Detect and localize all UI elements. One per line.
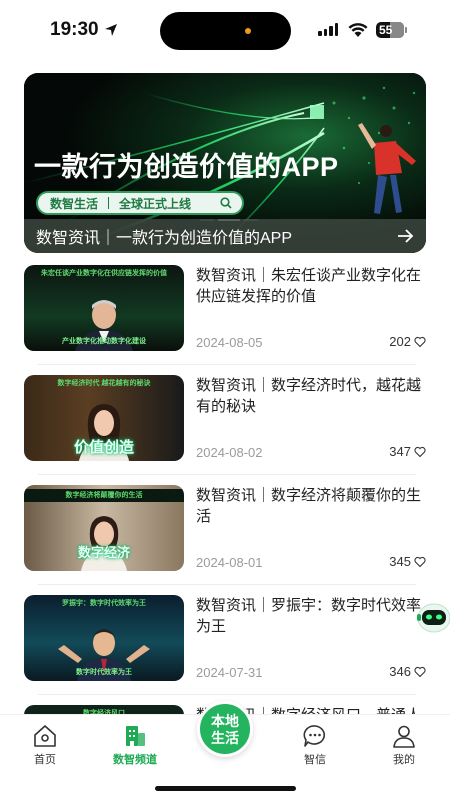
thumbnail-overlay-text: 数字经济	[77, 545, 130, 560]
status-time: 19:30	[50, 19, 99, 40]
arrow-right-icon[interactable]	[396, 227, 414, 245]
tab-message-label: 智信	[304, 754, 326, 766]
news-date: 2024-08-01	[196, 555, 263, 570]
thumbnail-overlay-text: 价值创造	[73, 439, 134, 456]
list-item[interactable]: 朱宏任谈产业数字化在供应链发挥的价值 产业数字化推动数字化建设 数智资讯｜朱宏任…	[24, 265, 426, 361]
news-date: 2024-08-02	[196, 445, 263, 460]
thumbnail-caption: 数字时代效率为王	[76, 669, 132, 676]
heart-icon	[414, 556, 426, 567]
news-title: 数智资讯｜朱宏任谈产业数字化在供应链发挥的价值	[196, 267, 422, 305]
news-thumbnail: 数字经济将颠覆你的生活 数字经济	[24, 485, 184, 571]
like-count: 202	[389, 334, 411, 349]
search-icon	[220, 197, 232, 209]
home-indicator	[155, 786, 296, 791]
dynamic-island	[160, 12, 291, 50]
privacy-indicator-dot	[245, 28, 251, 34]
location-arrow-icon	[105, 24, 117, 36]
wifi-icon	[348, 23, 368, 37]
list-divider	[38, 584, 416, 585]
status-bar: 19:30 55	[0, 0, 450, 62]
heart-icon	[414, 336, 426, 347]
battery-level: 55	[379, 23, 393, 37]
hero-banner[interactable]: 一款行为创造价值的APP 数智生活 全球正式上线 数智资讯｜一款行为创造价值的A…	[24, 73, 426, 253]
banner-caption-text: 数智资讯｜一款行为创造价值的APP	[36, 230, 293, 247]
heart-icon	[414, 666, 426, 677]
like-counter[interactable]: 202	[389, 334, 426, 349]
news-title: 数智资讯｜数字经济将颠覆你的生活	[196, 487, 422, 525]
user-icon	[393, 725, 415, 748]
news-thumbnail: 罗振宇：数字时代效率为王 数字时代效率为王	[24, 595, 184, 681]
thumbnail-title: 朱宏任谈产业数字化在供应链发挥的价值	[41, 270, 167, 277]
thumbnail-title: 数字经济将颠覆你的生活	[24, 489, 184, 502]
banner-headline: 一款行为创造价值的APP	[34, 152, 339, 182]
news-thumbnail: 朱宏任谈产业数字化在供应链发挥的价值 产业数字化推动数字化建设	[24, 265, 184, 351]
battery-icon: 55	[376, 22, 404, 38]
news-title: 数智资讯｜罗振宇：数字时代效率为王	[196, 597, 422, 635]
news-date: 2024-08-05	[196, 335, 263, 350]
like-count: 345	[389, 554, 411, 569]
list-item[interactable]: 罗振宇：数字时代效率为王 数字时代效率为王 数智资讯｜罗振宇：数字时代效率为王 …	[24, 595, 426, 691]
local-life-label: 本地生活	[211, 713, 239, 746]
banner-pill-separator	[108, 197, 110, 209]
thumbnail-title: 罗振宇：数字时代效率为王	[62, 600, 146, 607]
like-counter[interactable]: 345	[389, 554, 426, 569]
banner-search-pill[interactable]: 数智生活 全球正式上线	[36, 191, 244, 215]
list-divider	[38, 364, 416, 365]
tab-channel-label: 数智频道	[113, 754, 157, 766]
tab-message[interactable]: 智信	[280, 723, 350, 767]
like-count: 346	[389, 664, 411, 679]
heart-icon	[414, 446, 426, 457]
banner-pill-tagline: 全球正式上线	[119, 196, 192, 211]
home-icon	[34, 725, 56, 747]
banner-caption-bar[interactable]: 数智资讯｜一款行为创造价值的APP	[24, 219, 426, 253]
banner-pill-brand: 数智生活	[50, 196, 99, 211]
local-life-button[interactable]: 本地生活	[197, 701, 253, 757]
tab-home[interactable]: 首页	[10, 723, 80, 767]
like-counter[interactable]: 346	[389, 664, 426, 679]
building-icon	[126, 726, 145, 746]
news-date: 2024-07-31	[196, 665, 263, 680]
list-divider	[38, 474, 416, 475]
thumbnail-title: 数字经济时代 越花越有的秘诀	[57, 380, 151, 387]
news-thumbnail: 数字经济时代 越花越有的秘诀 价值创造	[24, 375, 184, 461]
tab-mine-label: 我的	[393, 754, 415, 766]
like-counter[interactable]: 347	[389, 444, 426, 459]
tab-channel[interactable]: 数智频道	[100, 723, 170, 767]
tab-home-label: 首页	[34, 754, 56, 766]
list-item[interactable]: 数字经济将颠覆你的生活 数字经济 数智资讯｜数字经济将颠覆你的生活 2024-0…	[24, 485, 426, 581]
tab-mine[interactable]: 我的	[369, 723, 439, 767]
news-title: 数智资讯｜数字经济时代，越花越有的秘诀	[196, 377, 422, 415]
list-divider	[38, 694, 416, 695]
chat-bubble-icon	[303, 725, 326, 747]
speaker-figure	[80, 516, 128, 571]
like-count: 347	[389, 444, 411, 459]
cellular-signal-icon	[318, 23, 338, 36]
list-item[interactable]: 数字经济时代 越花越有的秘诀 价值创造 数智资讯｜数字经济时代，越花越有的秘诀 …	[24, 375, 426, 471]
robot-assistant-icon[interactable]	[416, 600, 450, 634]
thumbnail-caption: 产业数字化推动数字化建设	[62, 338, 146, 345]
